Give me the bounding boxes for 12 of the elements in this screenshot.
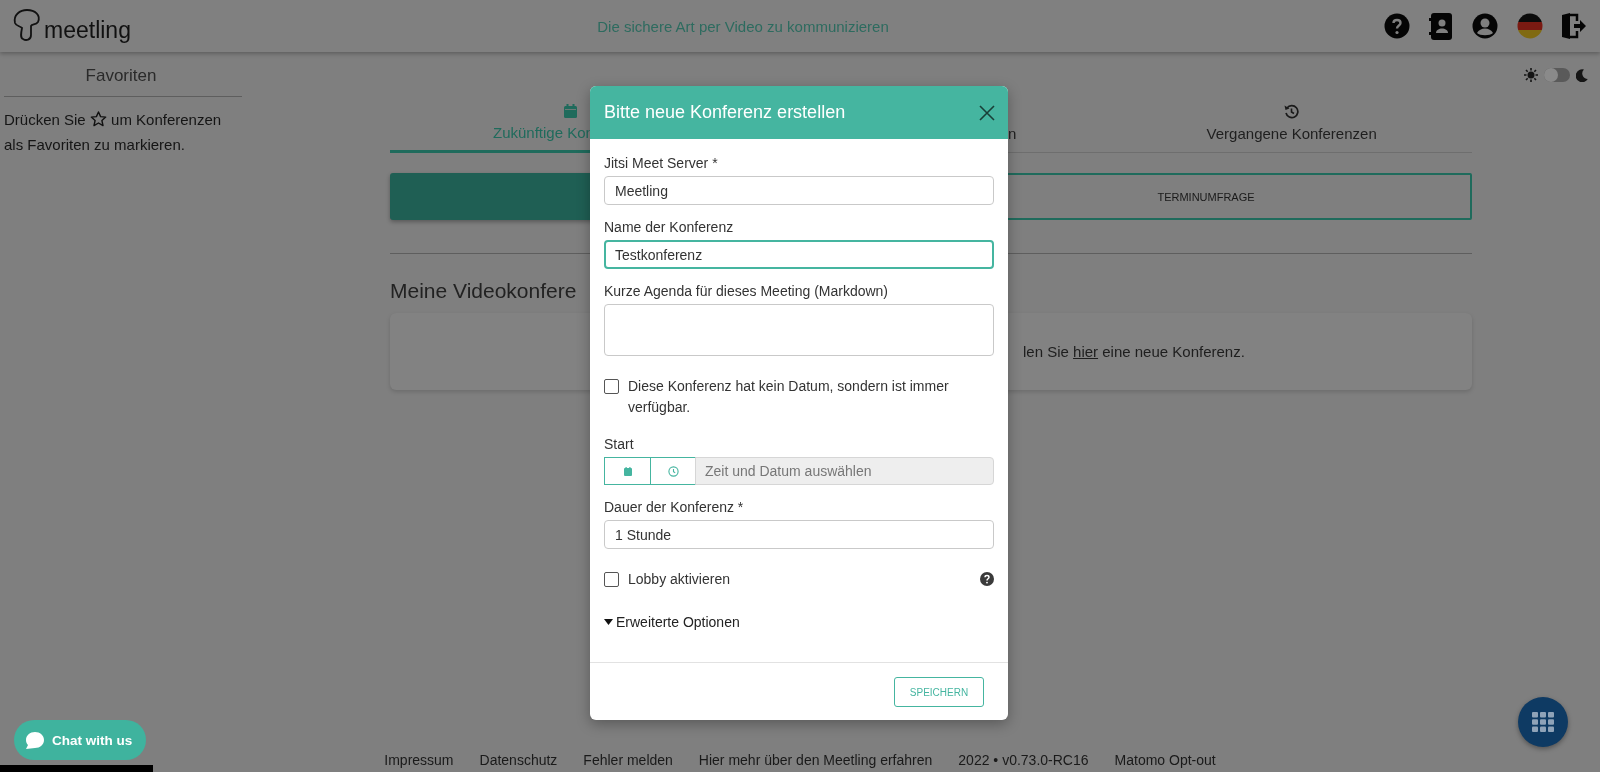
section-heading: Meine Videokonfere	[390, 279, 577, 303]
field-label: Jitsi Meet Server *	[604, 155, 719, 171]
favorites-hint: Drücken Sie um Konferenzen als Favoriten zu markieren.	[4, 110, 223, 155]
checkbox-label: Lobby aktivieren	[628, 570, 731, 589]
field-label: Dauer der Konferenz *	[604, 499, 745, 515]
sidebar-title: Favoriten	[84, 66, 158, 87]
checkbox-label: Diese Konferenz hat kein Datum, sondern ist immer verfügbar.	[628, 377, 950, 417]
empty-state-text: len Sie hier eine neue Konferenz.	[1023, 343, 1245, 360]
tagline: Die sichere Art per Video zu kommunizieren	[596, 17, 890, 35]
field-label: Kurze Agenda für dieses Meeting (Markdown)	[604, 283, 890, 299]
field-label: Start	[604, 436, 635, 452]
field-label: Name der Konferenz	[604, 219, 735, 235]
